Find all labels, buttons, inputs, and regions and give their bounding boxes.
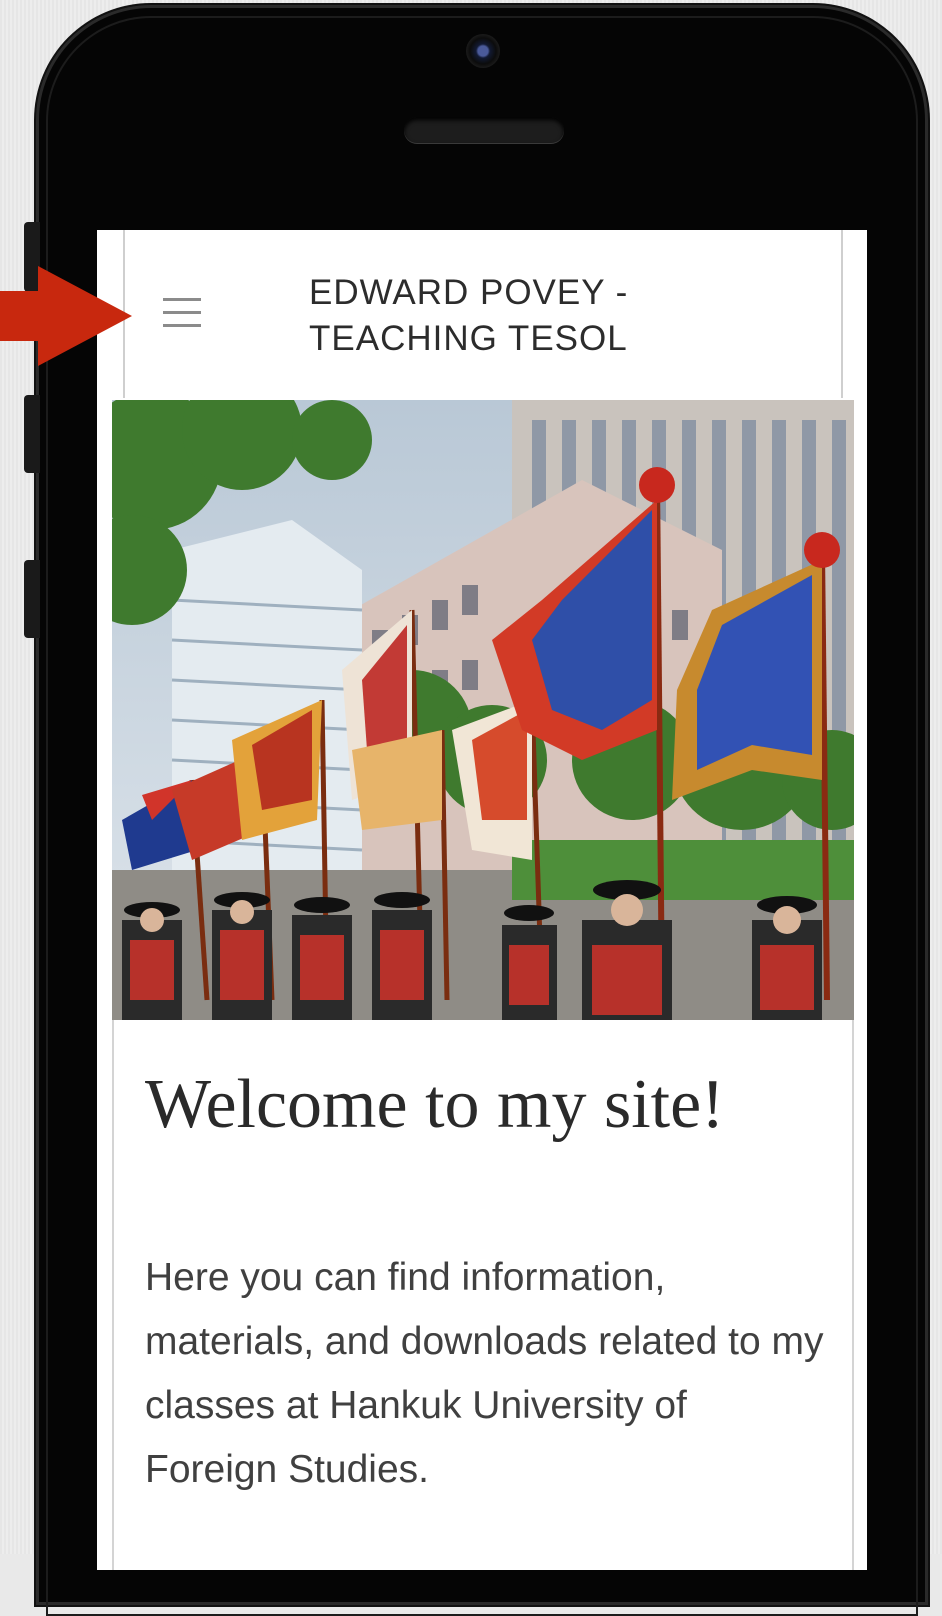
- volume-down-button: [24, 560, 40, 638]
- content-section: Welcome to my site! Here you can find in…: [112, 1020, 854, 1570]
- intro-paragraph: Here you can find information, materials…: [145, 1256, 824, 1491]
- red-arrow-icon: [0, 266, 132, 366]
- hero-image: [112, 400, 854, 1020]
- volume-up-button: [24, 395, 40, 473]
- earpiece-speaker: [404, 117, 564, 143]
- site-title[interactable]: EDWARD POVEY - TEACHING TESOL: [309, 270, 729, 362]
- welcome-heading: Welcome to my site!: [145, 1066, 725, 1143]
- hamburger-menu-icon[interactable]: [163, 298, 201, 328]
- front-camera: [466, 34, 500, 68]
- phone-screen: EDWARD POVEY - TEACHING TESOL Welcome to…: [97, 230, 867, 1570]
- site-header: EDWARD POVEY - TEACHING TESOL: [123, 230, 843, 398]
